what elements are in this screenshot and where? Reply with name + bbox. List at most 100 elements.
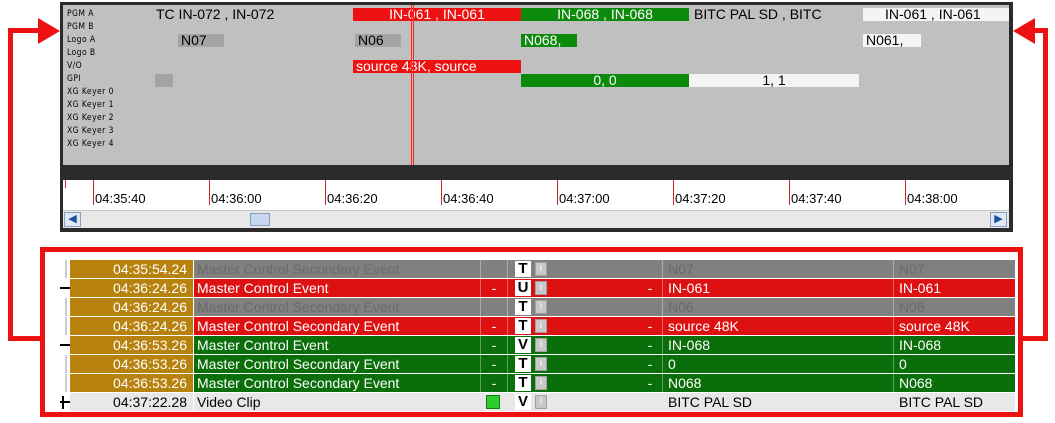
- event-type-cell: V i: [508, 393, 548, 411]
- event-column: [548, 260, 638, 278]
- info-icon[interactable]: i: [535, 376, 547, 390]
- event-type-cell: T i: [508, 355, 548, 373]
- event-name: Master Control Secondary Event: [194, 374, 454, 392]
- event-column: [454, 393, 481, 411]
- arrow-right-icon: [38, 18, 60, 44]
- event-column: [548, 298, 638, 316]
- info-icon[interactable]: i: [535, 338, 547, 352]
- event-name: Master Control Secondary Event: [194, 298, 454, 316]
- event-time: 04:36:24.26: [70, 298, 193, 316]
- scroll-right-icon[interactable]: ▶: [990, 212, 1007, 227]
- event-source: N06: [663, 298, 894, 316]
- event-time: 04:36:53.26: [70, 355, 193, 373]
- event-flag: [481, 298, 508, 316]
- event-column: [548, 317, 638, 335]
- event-type-icon: V: [515, 337, 531, 353]
- event-value: source 48K: [894, 317, 1015, 335]
- table-row[interactable]: 04:35:54.24 Master Control Secondary Eve…: [55, 260, 1015, 278]
- info-icon[interactable]: i: [535, 395, 547, 409]
- track-label-xg-keyer-1: XG Keyer 1: [67, 100, 114, 110]
- ruler-label: 04:36:20: [327, 191, 378, 206]
- table-row[interactable]: 04:36:24.26 Master Control Secondary Eve…: [55, 298, 1015, 316]
- timeline-tracks[interactable]: PGM A PGM B Logo A Logo B V/O GPI XG Key…: [63, 5, 1009, 165]
- event-value: IN-068: [894, 336, 1015, 354]
- info-icon[interactable]: i: [535, 262, 547, 276]
- info-icon[interactable]: i: [535, 281, 547, 295]
- time-ruler[interactable]: 04:35:40 04:36:00 04:36:20 04:36:40 04:3…: [63, 180, 1009, 210]
- timeline-clip[interactable]: N061,: [863, 34, 921, 47]
- event-time: 04:36:24.26: [70, 279, 193, 297]
- event-flag: -: [638, 374, 663, 392]
- timeline-clip[interactable]: 1, 1: [689, 74, 859, 87]
- event-column: [454, 260, 481, 278]
- track-label-xg-keyer-3: XG Keyer 3: [67, 126, 114, 136]
- event-value: N07: [894, 260, 1015, 278]
- event-flag: -: [481, 355, 508, 373]
- event-flag: -: [481, 374, 508, 392]
- timeline-clip[interactable]: IN-061 , IN-061: [353, 8, 521, 21]
- table-row[interactable]: 04:37:22.28 Video Clip V i BITC PAL SD B…: [55, 393, 1015, 411]
- table-row[interactable]: 04:36:53.26 Master Control Event - V i -…: [55, 336, 1015, 354]
- ruler-tick: [209, 180, 210, 205]
- event-flag: -: [481, 317, 508, 335]
- table-row[interactable]: 04:36:24.26 Master Control Event - U i -…: [55, 279, 1015, 297]
- ruler-label: 04:37:20: [675, 191, 726, 206]
- info-icon[interactable]: i: [535, 357, 547, 371]
- scroll-left-icon[interactable]: ◀: [64, 212, 81, 227]
- event-column: [548, 279, 638, 297]
- ruler-label: 04:35:40: [95, 191, 146, 206]
- track-label-gpi: GPI: [67, 74, 82, 84]
- ruler-tick: [557, 180, 558, 205]
- track-label-xg-keyer-2: XG Keyer 2: [67, 113, 114, 123]
- event-value: IN-061: [894, 279, 1015, 297]
- ruler-label: 04:38:00: [907, 191, 958, 206]
- event-type-cell: U i: [508, 279, 548, 297]
- info-icon[interactable]: i: [535, 319, 547, 333]
- timeline-clip[interactable]: [155, 74, 173, 87]
- table-row[interactable]: 04:36:53.26 Master Control Secondary Eve…: [55, 374, 1015, 392]
- timeline-clip[interactable]: N068,: [521, 34, 577, 47]
- track-label-pgm-a: PGM A: [67, 9, 94, 19]
- event-value: N068: [894, 374, 1015, 392]
- event-name: Master Control Secondary Event: [194, 317, 454, 335]
- event-type-cell: T i: [508, 317, 548, 335]
- event-flag: [638, 393, 663, 411]
- event-time: 04:37:22.28: [70, 393, 193, 411]
- event-time: 04:36:24.26: [70, 317, 193, 335]
- event-flag: [638, 298, 663, 316]
- timeline-clip[interactable]: source 48K, source: [353, 60, 521, 73]
- timeline-clip[interactable]: IN-068 , IN-068: [521, 8, 689, 21]
- event-source: source 48K: [663, 317, 894, 335]
- event-flag: -: [638, 317, 663, 335]
- event-value: 0: [894, 355, 1015, 373]
- track-label-logo-a: Logo A: [67, 35, 96, 45]
- event-column: [454, 336, 481, 354]
- ruler-tick: [441, 180, 442, 205]
- table-row[interactable]: 04:36:24.26 Master Control Secondary Eve…: [55, 317, 1015, 335]
- timeline-clip[interactable]: N06: [355, 34, 401, 47]
- track-label-pgm-b: PGM B: [67, 22, 94, 32]
- info-icon[interactable]: i: [535, 300, 547, 314]
- timeline-clip[interactable]: BITC PAL SD , BITC: [691, 8, 863, 21]
- event-column: [548, 355, 638, 373]
- timeline-clip[interactable]: IN-061 , IN-061: [863, 8, 1009, 21]
- event-type-cell: T i: [508, 298, 548, 316]
- timeline-clip[interactable]: N07: [178, 34, 224, 47]
- track-label-xg-keyer-0: XG Keyer 0: [67, 87, 114, 97]
- ruler-tick: [789, 180, 790, 205]
- playhead[interactable]: [411, 5, 414, 165]
- table-row[interactable]: 04:36:53.26 Master Control Secondary Eve…: [55, 355, 1015, 373]
- event-flag: -: [638, 336, 663, 354]
- scrollbar-thumb[interactable]: [250, 213, 270, 226]
- event-type-icon: T: [515, 318, 531, 334]
- event-column: [548, 374, 638, 392]
- event-source: IN-068: [663, 336, 894, 354]
- horizontal-scrollbar[interactable]: ◀ ▶: [63, 210, 1009, 228]
- timeline-clip[interactable]: TC IN-072 , IN-072: [153, 8, 353, 21]
- timeline-clip[interactable]: 0, 0: [521, 74, 689, 87]
- event-type-icon: V: [515, 394, 531, 410]
- status-green-icon[interactable]: [486, 395, 500, 409]
- ruler-label: 04:36:00: [211, 191, 262, 206]
- event-column: [454, 355, 481, 373]
- track-label-vo: V/O: [67, 61, 83, 71]
